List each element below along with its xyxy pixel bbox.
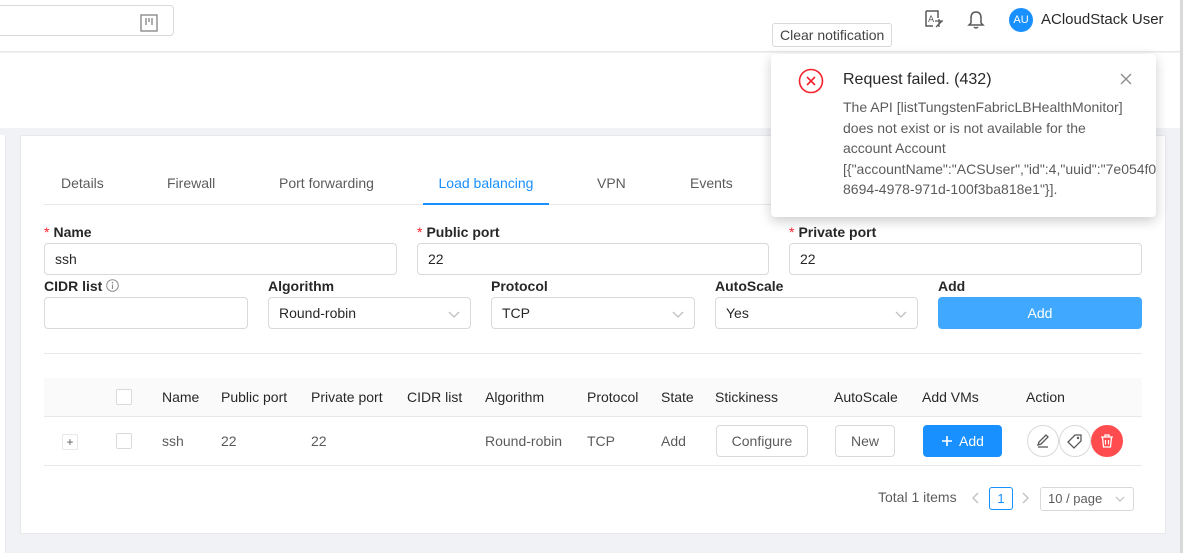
- pagination-total: Total 1 items: [878, 489, 957, 505]
- translate-icon[interactable]: A: [924, 9, 944, 29]
- page-size-value: 10 / page: [1048, 491, 1103, 506]
- name-label: * Name: [44, 224, 92, 240]
- plus-icon: [942, 436, 953, 446]
- delete-button[interactable]: [1091, 425, 1123, 457]
- cidr-label: CIDR list: [44, 278, 120, 294]
- add-vms-button[interactable]: Add: [923, 425, 1002, 457]
- autoscale-label: AutoScale: [715, 278, 784, 294]
- tab-load-balancing[interactable]: Load balancing: [423, 166, 549, 205]
- private-port-label: * Private port: [789, 224, 877, 240]
- tab-vpn[interactable]: VPN: [597, 166, 626, 205]
- autoscale-select[interactable]: Yes: [715, 297, 918, 329]
- notification-line: 8694-4978-971d-100f3ba818e1"}].: [843, 181, 1058, 197]
- cell-name: ssh: [162, 433, 184, 449]
- tab-port-forwarding[interactable]: Port forwarding: [279, 166, 374, 205]
- bell-icon[interactable]: [967, 10, 985, 30]
- chevron-left-icon[interactable]: [971, 492, 981, 504]
- cell-state: Add: [661, 433, 686, 449]
- name-field[interactable]: ssh: [44, 243, 397, 275]
- column-action: Action: [1026, 389, 1065, 405]
- add-label: Add: [938, 278, 966, 294]
- protocol-value: TCP: [502, 305, 530, 321]
- page-size-select[interactable]: 10 / page: [1040, 487, 1134, 511]
- configure-stickiness-button[interactable]: Configure: [716, 425, 808, 457]
- column-protocol[interactable]: Protocol: [587, 378, 638, 416]
- algorithm-label: Algorithm: [268, 278, 335, 294]
- protocol-label: Protocol: [491, 278, 548, 294]
- add-rule-button[interactable]: Add: [938, 297, 1142, 329]
- cell-algorithm: Round-robin: [485, 433, 563, 449]
- tab-firewall[interactable]: Firewall: [167, 166, 215, 205]
- cidr-field[interactable]: [44, 297, 248, 329]
- column-stickiness[interactable]: Stickiness: [715, 378, 778, 416]
- left-panel-edge: [0, 135, 6, 553]
- notification-line: account Account: [843, 140, 946, 156]
- column-public-port[interactable]: Public port: [221, 378, 287, 416]
- notification-line: The API [listTungstenFabricLBHealthMonit…: [843, 99, 1123, 115]
- tab-details[interactable]: Details: [61, 166, 104, 205]
- column-state[interactable]: State: [661, 378, 694, 416]
- chevron-down-icon: [672, 311, 684, 318]
- column-private-port[interactable]: Private port: [311, 378, 383, 416]
- search-input[interactable]: [0, 5, 174, 36]
- clear-notification-tooltip: Clear notification: [772, 23, 893, 47]
- algorithm-value: Round-robin: [279, 305, 357, 321]
- info-icon[interactable]: [106, 279, 120, 292]
- chevron-down-icon: [895, 311, 907, 318]
- notification-title: Request failed. (432): [843, 71, 992, 88]
- avatar[interactable]: AU: [1009, 8, 1033, 32]
- column-autoscale[interactable]: AutoScale: [834, 378, 898, 416]
- new-autoscale-button[interactable]: New: [835, 425, 895, 457]
- cell-private-port: 22: [311, 433, 327, 449]
- close-icon[interactable]: [1120, 73, 1132, 85]
- table-header: Name Public port Private port CIDR list …: [44, 378, 1142, 417]
- algorithm-select[interactable]: Round-robin: [268, 297, 471, 329]
- delete-icon: [1101, 434, 1113, 448]
- user-name[interactable]: ACloudStack User: [1041, 11, 1164, 28]
- error-circle-icon: [798, 68, 824, 94]
- select-all-checkbox[interactable]: [116, 389, 132, 405]
- table-row: + ssh 22 22 Round-robin TCP Add Configur…: [44, 417, 1142, 466]
- private-port-field[interactable]: 22: [789, 243, 1142, 275]
- expand-row-button[interactable]: +: [62, 434, 78, 450]
- public-port-field[interactable]: 22: [417, 243, 769, 275]
- column-cidr-list[interactable]: CIDR list: [407, 378, 462, 416]
- search-icon[interactable]: [140, 14, 158, 32]
- chevron-down-icon: [1115, 496, 1125, 502]
- column-algorithm[interactable]: Algorithm: [485, 378, 544, 416]
- edit-icon: [1036, 434, 1049, 448]
- column-name[interactable]: Name: [162, 378, 199, 416]
- autoscale-value: Yes: [726, 305, 749, 321]
- protocol-select[interactable]: TCP: [491, 297, 695, 329]
- tag-icon: [1067, 434, 1082, 449]
- divider: [44, 353, 1142, 354]
- cell-public-port: 22: [221, 433, 237, 449]
- edit-button[interactable]: [1027, 425, 1059, 457]
- column-add-vms[interactable]: Add VMs: [922, 378, 979, 416]
- notification-line: [{"accountName":"ACSUser","id":4,"uuid":…: [843, 160, 1156, 177]
- notification-line: does not exist or is not available for t…: [843, 119, 1086, 136]
- public-port-label: * Public port: [417, 224, 500, 240]
- error-notification: Request failed. (432) The API [listTungs…: [771, 54, 1156, 217]
- row-checkbox[interactable]: [116, 433, 132, 449]
- svg-text:A: A: [928, 15, 935, 25]
- top-bar: A AU ACloudStack User: [0, 0, 1183, 52]
- page-1[interactable]: 1: [989, 487, 1013, 510]
- tag-button[interactable]: [1059, 425, 1091, 457]
- add-vms-label: Add: [959, 433, 984, 449]
- tab-events[interactable]: Events: [690, 166, 733, 205]
- chevron-down-icon: [448, 311, 460, 318]
- notification-description: The API [listTungstenFabricLBHealthMonit…: [843, 97, 1156, 200]
- chevron-right-icon[interactable]: [1020, 492, 1030, 504]
- cell-protocol: TCP: [587, 433, 615, 449]
